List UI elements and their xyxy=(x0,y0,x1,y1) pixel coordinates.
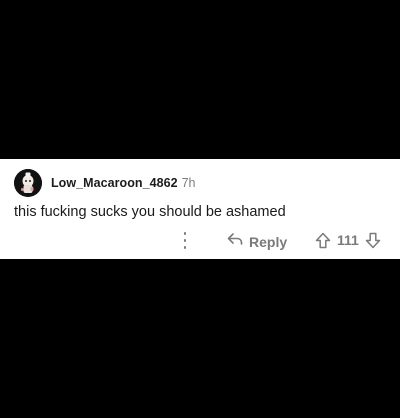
downvote-arrow-icon[interactable] xyxy=(364,231,382,249)
more-vertical-icon xyxy=(183,232,187,235)
screen: Low_Macaroon_4862 7h this fucking sucks … xyxy=(0,0,400,418)
vote-count: 111 xyxy=(337,232,359,248)
comment-card: Low_Macaroon_4862 7h this fucking sucks … xyxy=(0,159,400,259)
more-vertical-icon-dot xyxy=(183,246,187,249)
comment-header: Low_Macaroon_4862 7h xyxy=(14,169,196,197)
more-vertical-icon-dot xyxy=(183,239,187,242)
comment-actions: Reply 111 xyxy=(0,229,400,251)
timestamp: 7h xyxy=(181,176,196,190)
more-options-button[interactable] xyxy=(181,232,189,249)
username[interactable]: Low_Macaroon_4862 xyxy=(51,176,178,190)
reply-label: Reply xyxy=(249,233,288,250)
upvote-arrow-icon[interactable] xyxy=(314,231,332,249)
comment-body: this fucking sucks you should be ashamed xyxy=(14,204,286,220)
reply-button[interactable]: Reply xyxy=(226,231,287,252)
reply-arrow-icon xyxy=(226,231,244,252)
user-avatar-icon[interactable] xyxy=(14,169,42,197)
vote-controls: 111 xyxy=(314,231,382,249)
